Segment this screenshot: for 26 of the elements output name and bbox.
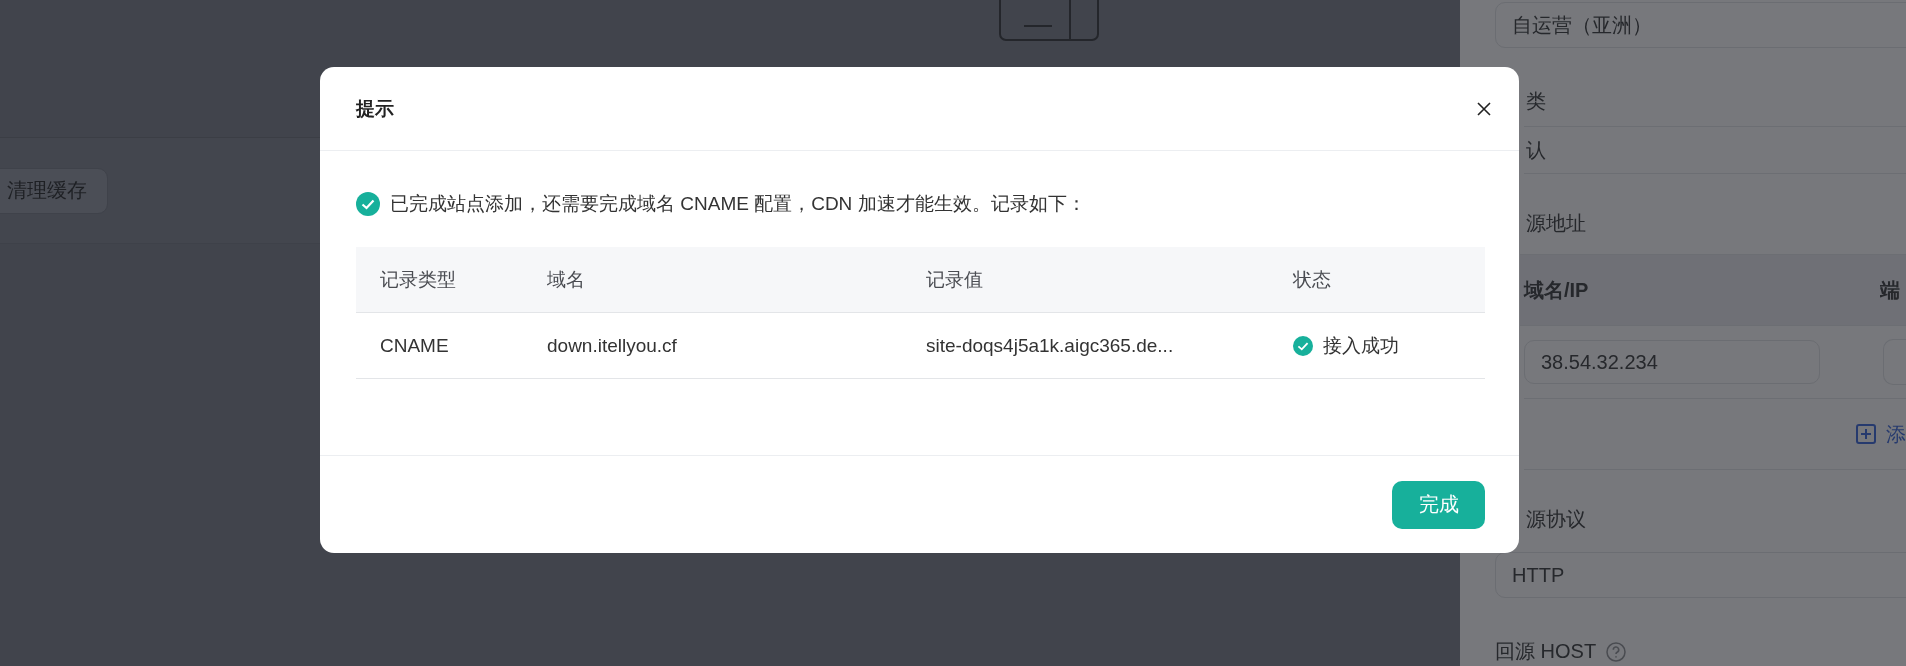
protocol-field[interactable]: HTTP xyxy=(1495,552,1906,598)
done-button[interactable]: 完成 xyxy=(1392,480,1485,529)
column-header: 记录值 xyxy=(926,267,984,292)
table-cell-text: down.itellyou.cf xyxy=(547,334,678,357)
plus-square-icon[interactable] xyxy=(1856,424,1876,444)
table-cell-text: CNAME xyxy=(380,334,450,357)
dialog-title: 提示 xyxy=(356,96,394,121)
column-header: 域名/IP xyxy=(1524,277,1589,303)
add-link[interactable]: 添 xyxy=(1886,420,1906,448)
table-cell-text: site-doqs4j5a1k.aigc365.de... xyxy=(926,334,1175,357)
column-header: 域名 xyxy=(547,267,586,292)
status-text: 接入成功 xyxy=(1323,333,1399,358)
message-text: 已完成站点添加，还需要完成域名 CNAME 配置，CDN 加速才能生效。记录如下： xyxy=(390,192,1086,216)
help-icon[interactable] xyxy=(1606,641,1627,662)
category-value: 认 xyxy=(1524,127,1906,174)
close-icon[interactable] xyxy=(1477,101,1491,116)
column-header: 端 xyxy=(1880,277,1901,303)
ip-field[interactable]: 38.54.32.234 xyxy=(1524,340,1820,384)
category-label: 类 xyxy=(1524,88,1906,127)
origin-label: 源地址 xyxy=(1525,211,1587,236)
protocol-label: 源协议 xyxy=(1525,507,1587,532)
column-header: 记录类型 xyxy=(380,267,457,292)
check-circle-icon xyxy=(356,192,380,216)
column-header: 状态 xyxy=(1293,267,1331,292)
host-label: 回源 HOST xyxy=(1495,639,1597,664)
region-field[interactable]: 自运营（亚洲） xyxy=(1495,2,1906,48)
